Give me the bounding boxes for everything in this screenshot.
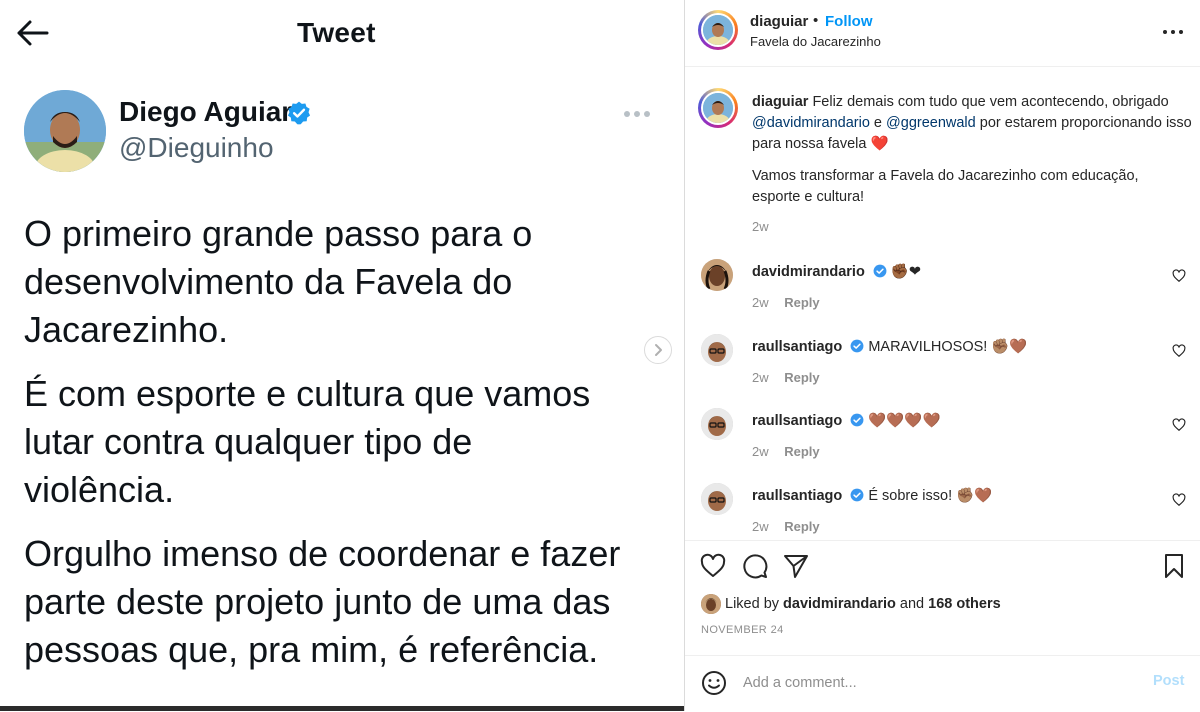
comment-item: davidmirandario ✊🏾❤ 2w Reply bbox=[685, 259, 1200, 329]
comment-item: raullsantiago MARAVILHOSOS! ✊🏽🤎 2w Reply bbox=[685, 334, 1200, 404]
heart-icon[interactable] bbox=[1172, 344, 1186, 358]
share-icon[interactable] bbox=[783, 553, 809, 579]
emoji-icon[interactable] bbox=[701, 670, 727, 696]
likes-connector: and bbox=[899, 596, 925, 612]
comment-timestamp[interactable]: 2w bbox=[752, 444, 769, 459]
tweet-paragraph: É com esporte e cultura que vamos lutar … bbox=[24, 373, 591, 510]
comment-text: 🤎🤎🤎🤎 bbox=[868, 413, 941, 429]
comment-icon[interactable] bbox=[742, 553, 768, 579]
comment-username[interactable]: davidmirandario bbox=[752, 264, 865, 280]
arrow-left-icon[interactable] bbox=[14, 18, 50, 48]
mention-link[interactable]: @davidmirandario bbox=[752, 115, 870, 131]
comment-text: MARAVILHOSOS! ✊🏽🤎 bbox=[868, 339, 1028, 355]
reply-button[interactable]: Reply bbox=[784, 295, 819, 310]
reply-button[interactable]: Reply bbox=[784, 444, 819, 459]
verified-badge-icon bbox=[850, 488, 864, 502]
tweet-paragraph: O primeiro grande passo para o desenvolv… bbox=[24, 213, 533, 350]
author-handle[interactable]: @Dieguinho bbox=[119, 132, 274, 164]
caption-username[interactable]: diaguiar bbox=[752, 94, 808, 110]
post-header: diaguiar • Follow Favela do Jacarezinho bbox=[685, 0, 1200, 67]
comment-username[interactable]: raullsantiago bbox=[752, 488, 842, 504]
divider bbox=[0, 706, 684, 711]
caption-paragraph: Vamos transformar a Favela do Jacarezinh… bbox=[752, 168, 1139, 205]
likes-count-link[interactable]: 168 others bbox=[928, 596, 1001, 612]
comment-text: É sobre isso! ✊🏽🤎 bbox=[868, 488, 993, 504]
avatar[interactable] bbox=[701, 594, 721, 614]
post-date[interactable]: NOVEMBER 24 bbox=[701, 624, 784, 636]
post-caption: diaguiar Feliz demais com tudo que vem a… bbox=[752, 92, 1192, 155]
comment-username[interactable]: raullsantiago bbox=[752, 339, 842, 355]
next-image-button[interactable] bbox=[644, 336, 672, 364]
page-title: Tweet bbox=[297, 17, 376, 48]
author-name[interactable]: Diego Aguiar bbox=[119, 96, 292, 128]
avatar[interactable] bbox=[701, 408, 733, 440]
post-actions bbox=[685, 540, 1200, 589]
post-comment-button[interactable]: Post bbox=[1153, 673, 1184, 689]
caption-text: Feliz demais com tudo que vem acontecend… bbox=[812, 94, 1169, 110]
add-comment-bar: Post bbox=[685, 655, 1200, 712]
comment-timestamp[interactable]: 2w bbox=[752, 370, 769, 385]
heart-icon[interactable] bbox=[700, 553, 726, 579]
reply-button[interactable]: Reply bbox=[784, 370, 819, 385]
comment-timestamp[interactable]: 2w bbox=[752, 295, 769, 310]
comment-item: raullsantiago 🤎🤎🤎🤎 2w Reply bbox=[685, 408, 1200, 478]
heart-icon[interactable] bbox=[1172, 418, 1186, 432]
likes-prefix: Liked by bbox=[725, 596, 780, 612]
tweet-panel: Tweet Diego Aguiar @Dieguinho O primeiro… bbox=[0, 0, 684, 711]
more-horizontal-icon[interactable] bbox=[1161, 22, 1185, 42]
caption-timestamp[interactable]: 2w bbox=[752, 219, 769, 234]
separator-dot: • bbox=[813, 12, 819, 29]
avatar[interactable] bbox=[701, 259, 733, 291]
comment-input[interactable] bbox=[741, 670, 1125, 696]
avatar[interactable] bbox=[698, 10, 738, 50]
more-horizontal-icon[interactable] bbox=[622, 104, 652, 124]
heart-icon[interactable] bbox=[1172, 493, 1186, 507]
verified-badge-icon bbox=[850, 339, 864, 353]
heart-icon[interactable] bbox=[1172, 269, 1186, 283]
follow-button[interactable]: Follow bbox=[825, 13, 873, 30]
avatar[interactable] bbox=[698, 88, 738, 128]
caption-connector: e bbox=[873, 115, 882, 131]
bookmark-icon[interactable] bbox=[1161, 553, 1187, 579]
verified-badge-icon bbox=[850, 413, 864, 427]
tweet-paragraph: Orgulho imenso de coordenar e fazer part… bbox=[24, 533, 621, 670]
mention-link[interactable]: @ggreenwald bbox=[886, 115, 976, 131]
liker-username[interactable]: davidmirandario bbox=[783, 596, 896, 612]
verified-badge-icon bbox=[873, 264, 887, 278]
reply-button[interactable]: Reply bbox=[784, 519, 819, 534]
instagram-panel: diaguiar • Follow Favela do Jacarezinho … bbox=[685, 0, 1200, 711]
avatar[interactable] bbox=[24, 90, 106, 172]
post-author-username[interactable]: diaguiar bbox=[750, 13, 808, 30]
post-location[interactable]: Favela do Jacarezinho bbox=[750, 34, 881, 49]
avatar[interactable] bbox=[701, 483, 733, 515]
comment-timestamp[interactable]: 2w bbox=[752, 519, 769, 534]
comment-username[interactable]: raullsantiago bbox=[752, 413, 842, 429]
comment-text: ✊🏾❤ bbox=[890, 264, 922, 280]
avatar[interactable] bbox=[701, 334, 733, 366]
chevron-right-icon bbox=[655, 344, 662, 356]
verified-badge-icon bbox=[287, 101, 311, 125]
